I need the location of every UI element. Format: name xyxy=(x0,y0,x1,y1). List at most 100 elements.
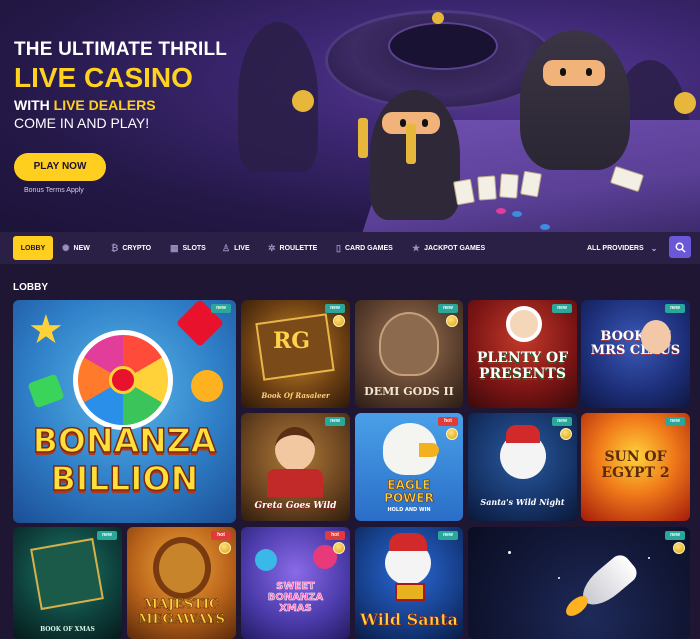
chevron-down-icon: ⌄ xyxy=(650,243,658,253)
nav-item-label: LIVE xyxy=(234,244,250,252)
nav-item-live[interactable]: ♙ LIVE xyxy=(222,236,250,260)
new-badge: new xyxy=(552,417,572,426)
nav-item-new[interactable]: ✺ NEW xyxy=(62,236,90,260)
nav-item-label: JACKPOT GAMES xyxy=(424,244,486,252)
player-eye xyxy=(422,119,428,127)
new-badge: new xyxy=(665,304,685,313)
nav-item-lobby[interactable]: LOBBY xyxy=(13,236,53,260)
nav-item-label: CRYPTO xyxy=(122,244,152,252)
new-badge: new xyxy=(325,304,345,313)
santa-hat-illustration xyxy=(506,425,540,443)
dealer-face xyxy=(543,60,605,86)
new-badge: new xyxy=(665,417,685,426)
nav-item-label: CARD GAMES xyxy=(344,244,393,252)
game-tile-santas-wild-night[interactable]: Santa's Wild Night new xyxy=(468,413,577,521)
hot-badge: hot xyxy=(325,531,345,540)
game-title: BONANZA BILLION xyxy=(32,421,217,499)
game-tile-majestic-megaways[interactable]: MAJESTIC MEGAWAYS hot xyxy=(127,527,236,639)
coin-icon xyxy=(446,315,458,327)
star-dot xyxy=(558,577,560,579)
nav-item-slots[interactable]: ▦ SLOTS xyxy=(170,236,206,260)
star-dot xyxy=(648,557,650,559)
hero-line-3-prefix: WITH xyxy=(14,97,54,113)
coin-icon xyxy=(333,315,345,327)
rg-logo: RG xyxy=(273,328,311,354)
person-icon: ♙ xyxy=(222,242,231,253)
game-tile-demi-gods-ii[interactable]: DEMI GODS II new xyxy=(355,300,463,408)
game-title: Wild Santa xyxy=(360,610,459,630)
game-tile-wild-santa[interactable]: Wild Santa new xyxy=(355,527,463,639)
game-title: BOOK OF MRS CLAUS xyxy=(590,329,681,358)
bitcoin-icon: ₿ xyxy=(111,242,119,253)
nav-item-label: NEW xyxy=(73,244,90,252)
nav-item-label: SLOTS xyxy=(182,244,206,252)
nav-item-jackpot-games[interactable]: ★ JACKPOT GAMES xyxy=(412,236,485,260)
nav-item-crypto[interactable]: ₿ CRYPTO xyxy=(111,236,151,260)
casino-chip xyxy=(512,211,522,217)
red-gem-icon xyxy=(109,366,137,394)
game-title: BOOK OF XMAS xyxy=(40,626,95,633)
game-tile-book-of-rasaleer[interactable]: RG Book Of Rasaleer new xyxy=(241,300,350,408)
star-icon: ★ xyxy=(28,308,64,352)
new-badge: new xyxy=(552,304,572,313)
game-tile-eagle-power[interactable]: EAGLE POWER HOLD AND WIN hot xyxy=(355,413,463,521)
game-subtitle: HOLD AND WIN xyxy=(387,507,431,513)
providers-label: ALL PROVIDERS xyxy=(587,244,644,252)
dress-illustration xyxy=(267,469,323,497)
category-nav: LOBBY ✺ NEW ₿ CRYPTO ▦ SLOTS ♙ LIVE ✲ ROULETT… xyxy=(0,232,700,264)
star-icon: ★ xyxy=(412,242,421,253)
game-tile-bonanza-billion[interactable]: ★ BONANZA BILLION new xyxy=(13,300,236,523)
orange-fruit-icon xyxy=(191,370,223,402)
game-title: SWEET BONANZA XMAS xyxy=(267,581,324,615)
providers-dropdown[interactable]: ALL PROVIDERS ⌄ xyxy=(587,236,657,260)
dealer-eye xyxy=(586,68,592,76)
search-button[interactable] xyxy=(669,236,691,258)
star-dot xyxy=(508,551,511,554)
casino-chip xyxy=(540,224,550,230)
game-tile-plenty-of-presents[interactable]: PLENTY OF PRESENTS new xyxy=(468,300,577,408)
new-badge: new xyxy=(325,417,345,426)
hero-line-1: THE ULTIMATE THRILL xyxy=(14,39,228,60)
game-tile-rocket[interactable]: new xyxy=(468,527,690,639)
hero-line-3-highlight: LIVE DEALERS xyxy=(53,97,156,113)
sparkle-icon: ✺ xyxy=(62,242,70,253)
new-badge: new xyxy=(211,304,231,313)
game-title: SUN OF EGYPT 2 xyxy=(601,449,670,481)
coin-icon xyxy=(333,542,345,554)
game-tile-book-of-xmas[interactable]: BOOK OF XMAS new xyxy=(13,527,122,639)
god-face-illustration xyxy=(379,312,439,376)
game-title: PLENTY OF PRESENTS xyxy=(476,350,569,382)
gift-box-icon xyxy=(395,583,425,601)
dealer-ninja-illustration xyxy=(520,30,630,170)
game-title: MAJESTIC MEGAWAYS xyxy=(138,597,225,628)
candy-icon xyxy=(255,549,277,571)
play-now-button[interactable]: PLAY NOW xyxy=(14,153,106,181)
book-illustration xyxy=(30,537,104,611)
nav-item-card-games[interactable]: ▯ CARD GAMES xyxy=(336,236,393,260)
hero-banner: THE ULTIMATE THRILL LIVE CASINO WITH LIV… xyxy=(0,0,700,232)
coin-icon xyxy=(560,428,572,440)
sword-hilt-icon xyxy=(358,118,368,158)
game-title: Book Of Rasaleer xyxy=(261,391,330,400)
game-tile-greta-goes-wild[interactable]: Greta Goes Wild new xyxy=(241,413,350,521)
hot-badge: hot xyxy=(211,531,231,540)
casino-page: THE ULTIMATE THRILL LIVE CASINO WITH LIV… xyxy=(0,0,700,639)
playing-card xyxy=(499,173,519,199)
coin-icon xyxy=(219,542,231,554)
game-title: DEMI GODS II xyxy=(364,385,454,398)
santa-hat-illustration xyxy=(389,533,427,551)
gold-ball-icon xyxy=(432,12,444,24)
hero-line-3: WITH LIVE DEALERS xyxy=(14,96,244,114)
playing-card xyxy=(453,178,475,206)
cards-icon: ▯ xyxy=(336,242,341,253)
hero-line-2: LIVE CASINO xyxy=(14,62,193,93)
hot-badge: hot xyxy=(438,417,458,426)
game-tile-book-of-mrs-claus[interactable]: BOOK OF MRS CLAUS new xyxy=(581,300,690,408)
roulette-wheel-center xyxy=(388,22,498,70)
roulette-icon: ✲ xyxy=(268,242,276,253)
game-tile-sweet-bonanza-xmas[interactable]: SWEET BONANZA XMAS hot xyxy=(241,527,350,639)
nav-item-roulette[interactable]: ✲ ROULETTE xyxy=(268,236,317,260)
gold-medallion-icon xyxy=(674,92,696,114)
game-tile-sun-of-egypt-2[interactable]: SUN OF EGYPT 2 new xyxy=(581,413,690,521)
bonus-terms-link[interactable]: Bonus Terms Apply xyxy=(24,187,84,194)
